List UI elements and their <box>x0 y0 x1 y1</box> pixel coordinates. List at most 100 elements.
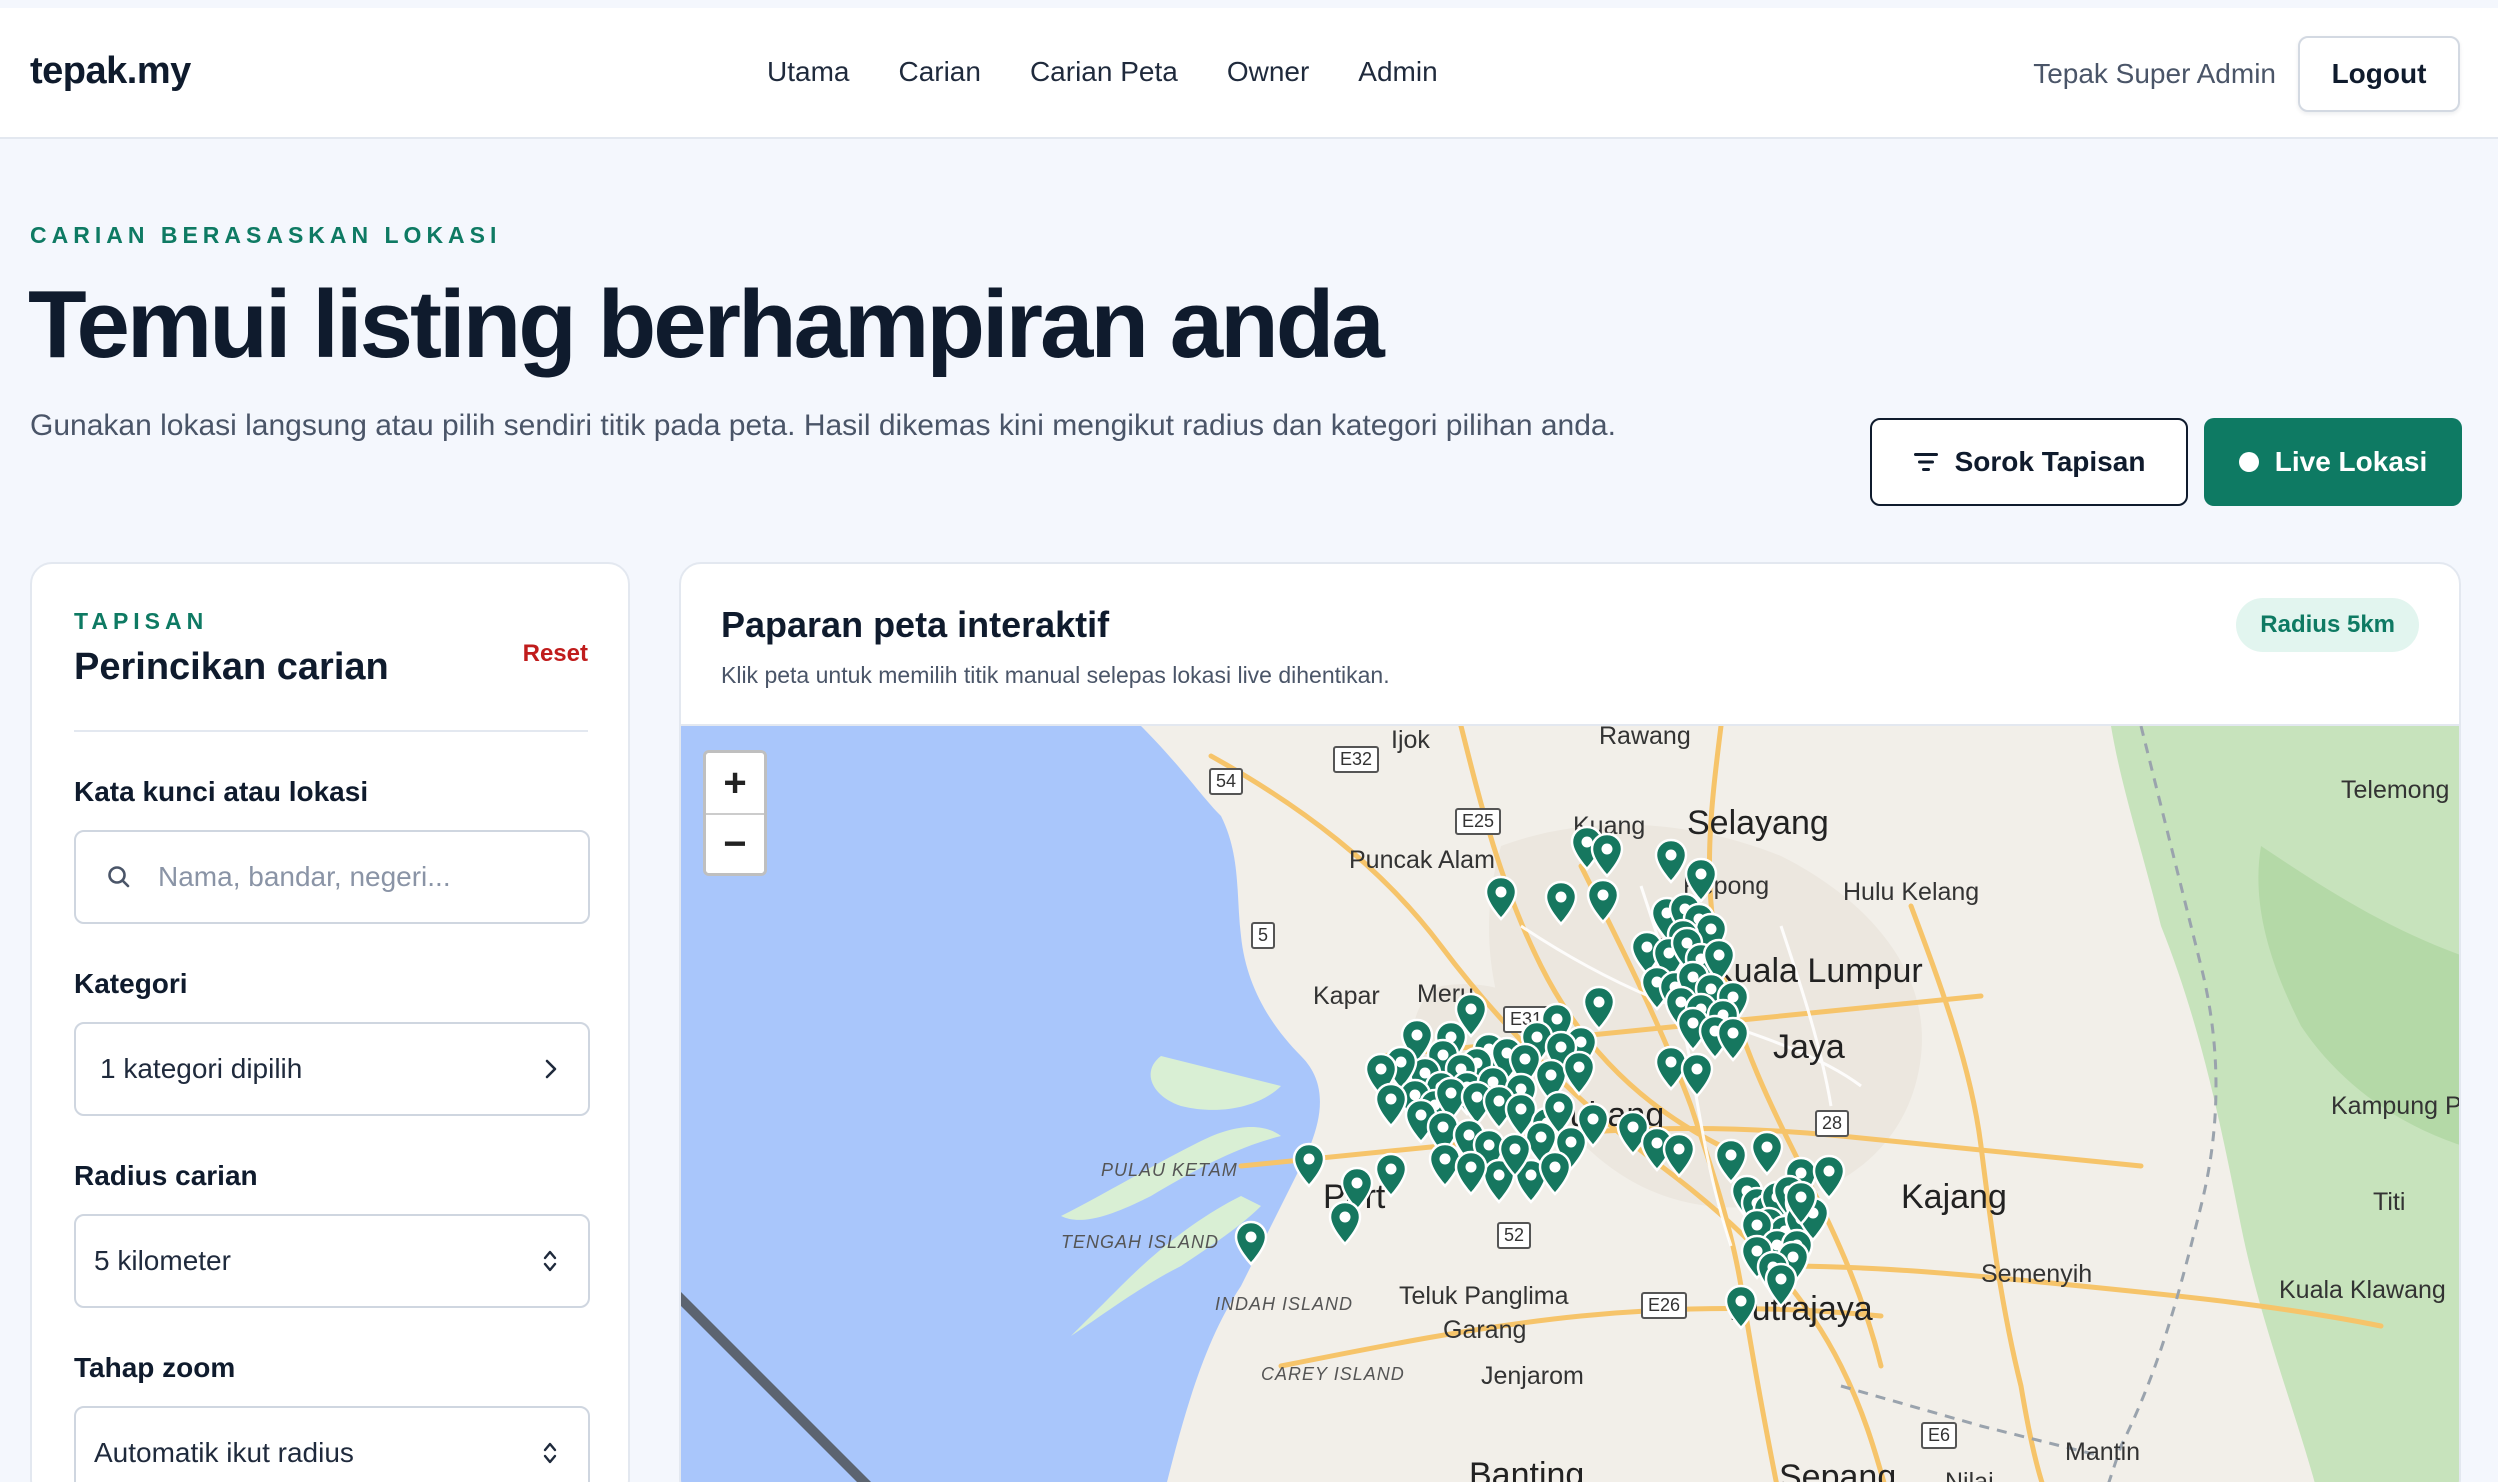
map-pin-icon[interactable] <box>1784 1180 1818 1226</box>
map-label-kajang: Kajang <box>1901 1178 2007 1216</box>
hide-filters-button[interactable]: Sorok Tapisan <box>1870 418 2188 506</box>
road-shield-54: 54 <box>1209 768 1244 795</box>
map-label-mantin: Mantin <box>2065 1438 2141 1466</box>
chevron-right-icon <box>545 1059 557 1079</box>
map-label-tengah-island: TENGAH ISLAND <box>1061 1232 1220 1252</box>
map-pin-icon[interactable] <box>1538 1150 1572 1196</box>
road-shield-e32: E32 <box>1333 746 1380 773</box>
map-subtitle: Klik peta untuk memilih titik manual sel… <box>721 662 1390 688</box>
map-pin-icon[interactable] <box>1724 1284 1758 1330</box>
main-nav: Utama Carian Carian Peta Owner Admin <box>767 56 1438 88</box>
filter-title: Perincikan carian <box>74 646 389 688</box>
map-pin-icon[interactable] <box>1654 838 1688 884</box>
keyword-label: Kata kunci atau lokasi <box>74 776 369 807</box>
road-shield-5: 5 <box>1251 922 1276 949</box>
map-label-semenyih: Semenyih <box>1981 1260 2093 1288</box>
map-label-telemong: Telemong <box>2341 776 2450 804</box>
zoom-control: + − <box>703 750 767 876</box>
page-title: Temui listing berhampiran anda <box>28 271 1385 378</box>
map-pin-icon[interactable] <box>1498 1132 1532 1178</box>
live-dot-icon <box>2238 452 2259 472</box>
filter-icon <box>1913 453 1938 471</box>
category-label: Kategori <box>74 968 188 999</box>
nav-link-carian[interactable]: Carian <box>898 56 980 88</box>
hero-description: Gunakan lokasi langsung atau pilih sendi… <box>30 409 1616 442</box>
map-label-nilai: Nilai <box>1945 1468 1994 1482</box>
nav-link-admin[interactable]: Admin <box>1358 56 1437 88</box>
map-title: Paparan peta interaktif <box>721 604 1110 645</box>
filter-panel: TAPISAN Perincikan carian Reset Kata kun… <box>30 562 630 1482</box>
radius-label: Radius carian <box>74 1160 258 1191</box>
map-label-garang: Garang <box>1443 1316 1527 1344</box>
top-navbar: tepak.my Utama Carian Carian Peta Owner … <box>0 8 2498 139</box>
logout-button[interactable]: Logout <box>2298 36 2460 112</box>
map-label-pulau-ketam: PULAU KETAM <box>1101 1160 1238 1180</box>
map-pin-icon[interactable] <box>1454 1150 1488 1196</box>
select-arrows-icon <box>543 1250 557 1272</box>
road-shield-e26: E26 <box>1641 1292 1688 1319</box>
map-label-teluk-panglima: Teluk Panglima <box>1399 1282 1569 1310</box>
brand-logo[interactable]: tepak.my <box>30 50 191 93</box>
map-label-hulu-kelang: Hulu Kelang <box>1843 878 1980 906</box>
hero-eyebrow: CARIAN BERASASKAN LOKASI <box>30 222 502 248</box>
map-label-jenjarom: Jenjarom <box>1481 1362 1584 1390</box>
keyword-field[interactable] <box>74 830 590 924</box>
user-name: Tepak Super Admin <box>2033 58 2276 89</box>
map-card: Paparan peta interaktif Klik peta untuk … <box>679 562 2461 1482</box>
map-label-banting: Banting <box>1469 1456 1585 1482</box>
road-shield-e25: E25 <box>1455 808 1502 835</box>
map-label-puncak-alam: Puncak Alam <box>1349 846 1495 874</box>
radius-select[interactable]: 5 kilometer <box>74 1214 590 1308</box>
map-pin-icon[interactable] <box>1590 832 1624 878</box>
map-pin-icon[interactable] <box>1374 1152 1408 1198</box>
zoom-value: Automatik ikut radius <box>94 1437 354 1468</box>
map-pin-icon[interactable] <box>1662 1132 1696 1178</box>
map-pin-icon[interactable] <box>1680 1052 1714 1098</box>
map-label-rawang: Rawang <box>1599 724 1691 750</box>
map-label-carey-island: CAREY ISLAND <box>1261 1364 1405 1384</box>
filter-eyebrow: TAPISAN <box>74 608 209 634</box>
category-value: 1 kategori dipilih <box>100 1053 303 1084</box>
radius-value: 5 kilometer <box>94 1245 231 1276</box>
map-label-sepang: Sepang <box>1779 1458 1897 1482</box>
road-shield-52: 52 <box>1497 1222 1532 1249</box>
map-pin-icon[interactable] <box>1484 875 1518 921</box>
map-label-jaya: Jaya <box>1773 1028 1845 1066</box>
filter-divider <box>74 730 588 732</box>
map-pin-icon[interactable] <box>1586 878 1620 924</box>
search-icon <box>108 866 130 888</box>
zoom-label: Tahap zoom <box>74 1352 236 1383</box>
radius-badge: Radius 5km <box>2236 598 2419 652</box>
map-pin-icon[interactable] <box>1234 1220 1268 1266</box>
zoom-out-button[interactable]: − <box>706 813 764 873</box>
hide-filters-label: Sorok Tapisan <box>1954 446 2146 477</box>
keyword-input[interactable] <box>158 861 558 893</box>
live-location-button[interactable]: Live Lokasi <box>2204 418 2462 506</box>
map-label-kampung-pu: Kampung Pu <box>2331 1092 2461 1120</box>
select-arrows-icon <box>543 1442 557 1464</box>
map-pin-icon[interactable] <box>1292 1142 1326 1188</box>
map-pin-icon[interactable] <box>1544 880 1578 926</box>
live-location-label: Live Lokasi <box>2274 446 2428 477</box>
map-pin-icon[interactable] <box>1328 1200 1362 1246</box>
road-shield-28: 28 <box>1815 1110 1850 1137</box>
map-pin-icon[interactable] <box>1374 1082 1408 1128</box>
nav-link-carian-peta[interactable]: Carian Peta <box>1030 56 1178 88</box>
map-pin-icon[interactable] <box>1764 1262 1798 1308</box>
map-label-indah-island: INDAH ISLAND <box>1215 1294 1354 1314</box>
map-pin-icon[interactable] <box>1716 1016 1750 1062</box>
zoom-select[interactable]: Automatik ikut radius <box>74 1406 590 1482</box>
zoom-in-button[interactable]: + <box>706 753 764 813</box>
map-label-kuala-klawang: Kuala Klawang <box>2279 1276 2446 1304</box>
nav-link-utama[interactable]: Utama <box>767 56 849 88</box>
interactive-map[interactable]: + − Ijok Rawang Telemong Kuang Selayang … <box>681 724 2461 1482</box>
road-shield-e6: E6 <box>1921 1422 1958 1449</box>
map-label-kapar: Kapar <box>1313 982 1380 1010</box>
map-label-selayang: Selayang <box>1687 804 1829 842</box>
reset-link[interactable]: Reset <box>523 640 588 668</box>
nav-link-owner[interactable]: Owner <box>1227 56 1309 88</box>
map-pin-icon[interactable] <box>1750 1130 1784 1176</box>
map-label-ijok: Ijok <box>1391 726 1430 754</box>
category-select[interactable]: 1 kategori dipilih <box>74 1022 590 1116</box>
map-label-titi: Titi <box>2373 1188 2406 1216</box>
